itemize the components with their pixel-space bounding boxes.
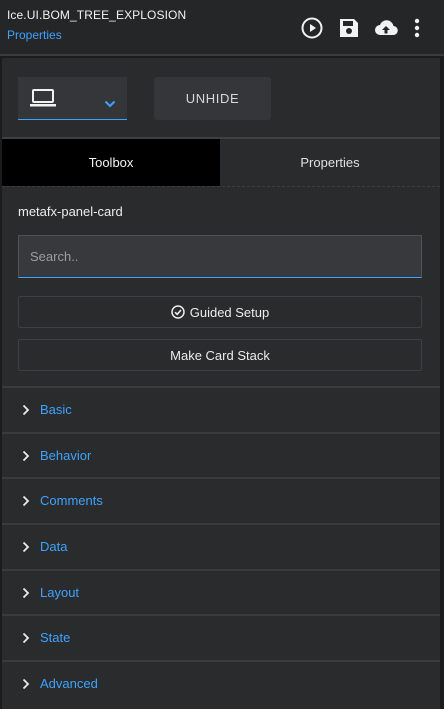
section-label: Basic xyxy=(40,402,72,417)
section-label: Behavior xyxy=(40,447,92,463)
chevron-right-icon xyxy=(22,540,30,558)
play-circle-icon[interactable] xyxy=(299,15,325,41)
properties-panel: UNHIDE Toolbox Properties metafx-panel-c… xyxy=(2,58,440,709)
chevron-right-icon xyxy=(22,631,30,649)
panel-tabs: Toolbox Properties xyxy=(2,139,440,186)
app-subtitle[interactable]: Properties xyxy=(7,28,62,42)
guided-setup-button[interactable]: Guided Setup xyxy=(18,296,422,328)
make-card-stack-button[interactable]: Make Card Stack xyxy=(18,339,422,371)
chevron-right-icon xyxy=(22,403,30,421)
chevron-right-icon xyxy=(22,449,30,467)
search-input[interactable] xyxy=(19,236,421,277)
app-header: Ice.UI.BOM_TREE_EXPLOSION Properties xyxy=(0,0,444,56)
section-label: Advanced xyxy=(40,676,98,692)
section-basic[interactable]: Basic xyxy=(2,386,440,432)
chevron-down-icon xyxy=(104,95,116,113)
chevron-right-icon xyxy=(22,586,30,604)
section-label: Layout xyxy=(40,584,80,600)
section-label: Comments xyxy=(40,493,103,509)
section-data[interactable]: Data xyxy=(2,523,440,569)
tab-properties[interactable]: Properties xyxy=(220,139,440,186)
tab-toolbox[interactable]: Toolbox xyxy=(2,139,220,186)
section-layout[interactable]: Layout xyxy=(2,568,440,615)
check-circle-icon xyxy=(170,305,185,319)
unhide-button[interactable]: UNHIDE xyxy=(154,77,271,120)
chevron-right-icon xyxy=(22,494,30,512)
section-label: Data xyxy=(40,539,68,555)
chevron-right-icon xyxy=(22,677,30,695)
section-comments[interactable]: Comments xyxy=(2,477,440,523)
property-sections: Basic Behavior Comments Data Layout Stat… xyxy=(2,386,440,706)
more-vertical-icon[interactable] xyxy=(406,15,428,41)
device-select[interactable] xyxy=(18,77,127,120)
component-name: metafx-panel-card xyxy=(18,204,123,219)
save-icon[interactable] xyxy=(336,15,362,41)
guided-setup-label: Guided Setup xyxy=(189,304,270,320)
search-field[interactable] xyxy=(18,235,422,278)
divider xyxy=(2,186,440,188)
section-advanced[interactable]: Advanced xyxy=(2,660,440,706)
cloud-upload-icon[interactable] xyxy=(373,15,399,41)
section-state[interactable]: State xyxy=(2,614,440,660)
section-behavior[interactable]: Behavior xyxy=(2,431,440,478)
app-title: Ice.UI.BOM_TREE_EXPLOSION xyxy=(7,8,187,22)
section-label: State xyxy=(40,630,71,646)
laptop-icon xyxy=(30,89,56,112)
